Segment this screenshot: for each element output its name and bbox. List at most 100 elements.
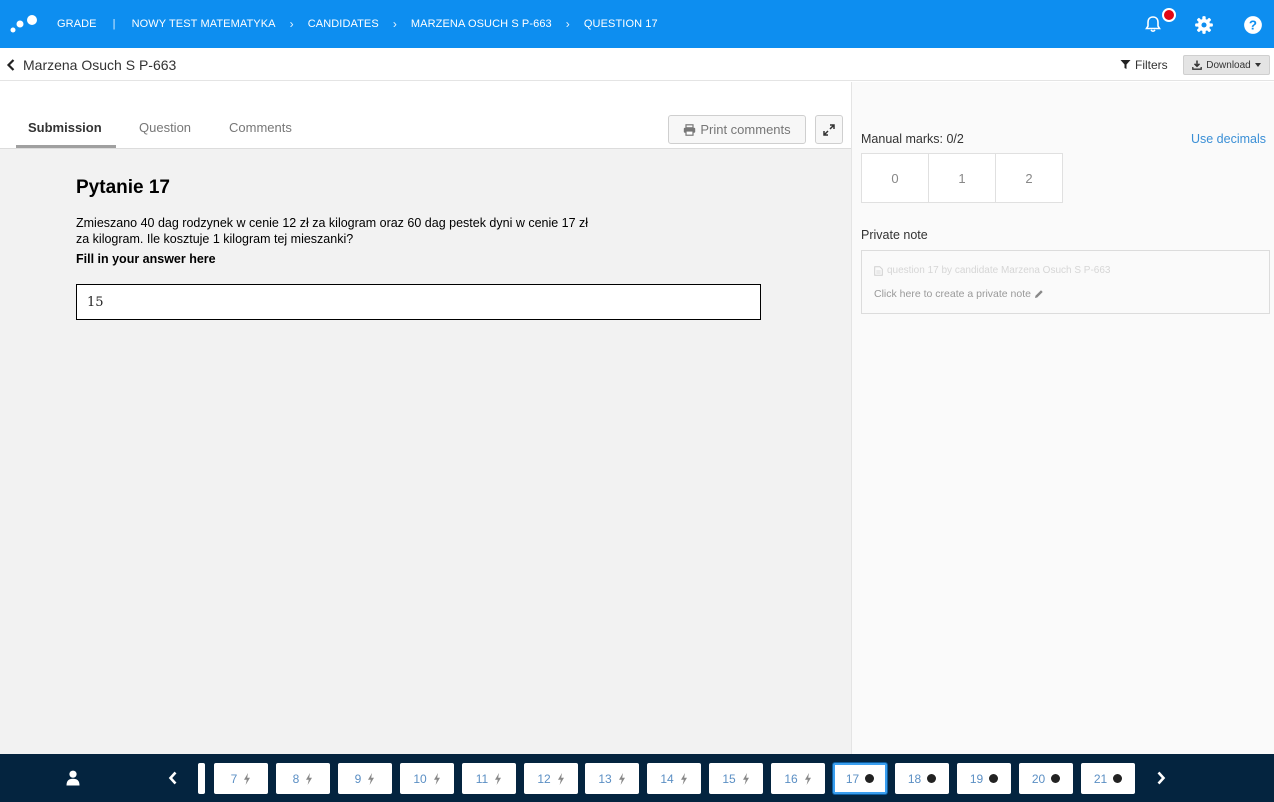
create-private-note-link[interactable]: Click here to create a private note xyxy=(874,288,1044,300)
manual-marks-label: Manual marks: 0/2 xyxy=(861,132,964,146)
submission-pane: Submission Question Comments Print comme… xyxy=(0,82,851,754)
expand-icon xyxy=(823,123,835,136)
question-chip-19[interactable]: 19 xyxy=(957,763,1011,794)
marking-pane: Manual marks: 0/2 Use decimals 0 1 2 Pri… xyxy=(851,82,1274,754)
next-question-icon[interactable] xyxy=(1155,770,1167,786)
candidate-name: Marzena Osuch S P-663 xyxy=(23,56,177,73)
question-chip-15[interactable]: 15 xyxy=(709,763,763,794)
top-bar: GRADE | NOWY TEST MATEMATYKA › CANDIDATE… xyxy=(0,0,1274,48)
question-chip-13[interactable]: 13 xyxy=(585,763,639,794)
question-chip-number: 8 xyxy=(292,771,300,786)
question-chip-number: 15 xyxy=(722,771,736,786)
question-chip-10[interactable]: 10 xyxy=(400,763,454,794)
breadcrumb: GRADE | NOWY TEST MATEMATYKA › CANDIDATE… xyxy=(57,0,658,48)
tab-submission[interactable]: Submission xyxy=(28,120,102,135)
auto-marked-bolt-icon xyxy=(618,772,625,785)
chevron-right-icon: › xyxy=(392,17,397,31)
question-chip-partial[interactable] xyxy=(198,763,205,794)
question-text: Zmieszano 40 dag rodzynek w cenie 12 zł … xyxy=(76,216,589,246)
question-chip-7[interactable]: 7 xyxy=(214,763,268,794)
bell-icon[interactable] xyxy=(1143,14,1163,34)
breadcrumb-candidate[interactable]: MARZENA OSUCH S P-663 xyxy=(411,18,552,30)
mark-option-2[interactable]: 2 xyxy=(995,153,1063,203)
unmarked-status-dot-icon xyxy=(865,774,875,783)
private-note-box[interactable]: question 17 by candidate Marzena Osuch S… xyxy=(861,250,1270,314)
question-chip-number: 12 xyxy=(537,771,551,786)
private-note-title: question 17 by candidate Marzena Osuch S… xyxy=(874,265,1110,276)
print-comments-button[interactable]: Print comments xyxy=(668,115,806,144)
svg-text:?: ? xyxy=(1249,18,1257,33)
question-chip-number: 18 xyxy=(907,771,922,786)
auto-marked-bolt-icon xyxy=(680,772,687,785)
auto-marked-bolt-icon xyxy=(306,772,313,785)
question-title: Pytanie 17 xyxy=(76,177,170,198)
download-icon xyxy=(1192,60,1203,70)
question-chip-20[interactable]: 20 xyxy=(1019,763,1073,794)
user-icon[interactable] xyxy=(66,770,80,786)
chevron-right-icon: › xyxy=(289,17,294,31)
question-chip-18[interactable]: 18 xyxy=(895,763,949,794)
mark-option-0[interactable]: 0 xyxy=(861,153,929,203)
answer-instruction: Fill in your answer here xyxy=(76,252,216,266)
breadcrumb-candidates[interactable]: CANDIDATES xyxy=(308,18,379,30)
question-chip-number: 20 xyxy=(1031,771,1046,786)
unmarked-status-dot-icon xyxy=(1113,774,1123,783)
expand-button[interactable] xyxy=(815,115,843,144)
answer-field: 15 xyxy=(76,284,761,320)
question-chip-17[interactable]: 17 xyxy=(833,763,887,794)
auto-marked-bolt-icon xyxy=(368,772,375,785)
active-tab-indicator xyxy=(16,145,116,148)
caret-down-icon xyxy=(1254,63,1261,67)
breadcrumb-question[interactable]: QUESTION 17 xyxy=(584,18,658,30)
question-chip-number: 9 xyxy=(354,771,362,786)
question-chip-number: 19 xyxy=(969,771,984,786)
back-to-candidate-link[interactable]: Marzena Osuch S P-663 xyxy=(6,48,176,81)
breadcrumb-test[interactable]: NOWY TEST MATEMATYKA xyxy=(132,18,276,30)
question-chip-8[interactable]: 8 xyxy=(276,763,330,794)
tab-bar: Submission Question Comments Print comme… xyxy=(0,82,851,149)
question-chip-12[interactable]: 12 xyxy=(524,763,578,794)
question-chip-number: 11 xyxy=(475,771,489,786)
question-chip-number: 7 xyxy=(230,771,238,786)
question-icon[interactable]: ? xyxy=(1243,15,1263,35)
private-note-label: Private note xyxy=(861,228,928,242)
breadcrumb-grade[interactable]: GRADE xyxy=(57,18,97,30)
question-chip-number: 14 xyxy=(660,771,674,786)
download-dropdown[interactable]: Download xyxy=(1183,55,1270,75)
sub-header: Marzena Osuch S P-663 Filters Download xyxy=(0,48,1274,81)
unmarked-status-dot-icon xyxy=(989,774,999,783)
marks-selector: 0 1 2 xyxy=(861,153,1063,203)
auto-marked-bolt-icon xyxy=(495,772,502,785)
pencil-icon xyxy=(1035,290,1043,298)
auto-marked-bolt-icon xyxy=(804,772,811,785)
previous-question-icon[interactable] xyxy=(167,770,179,786)
print-comments-label: Print comments xyxy=(700,122,791,137)
filter-icon xyxy=(1120,60,1131,69)
unmarked-status-dot-icon xyxy=(1051,774,1061,783)
create-private-note-text: Click here to create a private note xyxy=(874,288,1031,300)
auto-marked-bolt-icon xyxy=(244,772,251,785)
logo-icon[interactable] xyxy=(8,12,40,36)
gear-icon[interactable] xyxy=(1194,15,1214,35)
question-chip-number: 21 xyxy=(1093,771,1108,786)
question-navigator: 7 8 9 10 11 12 13 14 15 16 17 18 19 20 21 xyxy=(0,754,1274,802)
chevron-left-icon xyxy=(6,58,15,71)
filters-button[interactable]: Filters xyxy=(1120,48,1168,81)
use-decimals-link[interactable]: Use decimals xyxy=(1191,132,1266,146)
question-chip-21[interactable]: 21 xyxy=(1081,763,1135,794)
tab-question[interactable]: Question xyxy=(139,120,191,135)
notification-badge xyxy=(1162,8,1176,22)
auto-marked-bolt-icon xyxy=(742,772,749,785)
question-chip-number: 10 xyxy=(413,771,427,786)
breadcrumb-divider: | xyxy=(112,18,116,30)
print-icon xyxy=(684,123,696,136)
mark-option-1[interactable]: 1 xyxy=(928,153,996,203)
filters-label: Filters xyxy=(1135,57,1168,72)
question-chip-16[interactable]: 16 xyxy=(771,763,825,794)
question-chip-number: 13 xyxy=(598,771,612,786)
tab-comments[interactable]: Comments xyxy=(229,120,292,135)
question-chip-9[interactable]: 9 xyxy=(338,763,392,794)
question-chip-14[interactable]: 14 xyxy=(647,763,701,794)
download-label: Download xyxy=(1206,59,1251,71)
question-chip-11[interactable]: 11 xyxy=(462,763,516,794)
